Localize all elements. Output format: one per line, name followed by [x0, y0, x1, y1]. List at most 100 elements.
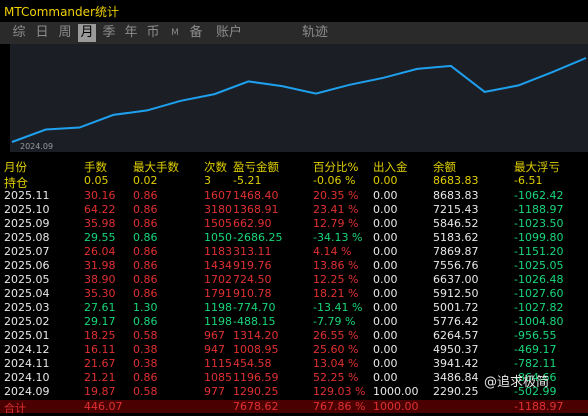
- cell: 2025.05: [4, 273, 50, 286]
- cell: 1468.40: [233, 189, 279, 202]
- cell: 6264.57: [433, 329, 479, 342]
- table-row: 2025.04 35.30 0.86 1791 910.78 18.21 % 0.00 591…: [0, 287, 588, 300]
- tab-m[interactable]: M: [168, 24, 182, 42]
- header-pnl: 盈亏金额: [233, 160, 279, 174]
- cell: 0.00: [373, 203, 398, 216]
- cell: 0.58: [133, 329, 158, 342]
- cell: 3486.84: [433, 371, 479, 384]
- cell: 0.00: [373, 231, 398, 244]
- cell: 2025.07: [4, 245, 50, 258]
- cell: -1023.50: [514, 217, 564, 230]
- tab-quarter[interactable]: 季: [100, 24, 118, 42]
- cell: 35.30: [84, 287, 116, 300]
- cell: 19.87: [84, 385, 116, 398]
- cell: 8683.83: [433, 174, 479, 187]
- cell: 0.00: [373, 273, 398, 286]
- cell: -488.15: [233, 315, 276, 328]
- cell: 977: [204, 385, 225, 398]
- cell: 1198: [204, 315, 232, 328]
- table-header: 月份 手数 最大手数 次数 盈亏金额 百分比% 出入金 余额 最大浮亏: [0, 159, 588, 174]
- cell: 21.21: [84, 371, 116, 384]
- table-row: 2025.08 29.55 0.86 1050 -2686.25 -34.13 % 0.00…: [0, 231, 588, 244]
- cell: 2024.11: [4, 357, 50, 370]
- tab-week[interactable]: 周: [56, 24, 74, 42]
- cell: 0.86: [133, 287, 158, 300]
- header-percent: 百分比%: [313, 160, 359, 174]
- cell: 0.00: [373, 343, 398, 356]
- cell: 1050: [204, 231, 232, 244]
- table-row: 2025.03 27.61 1.30 1198 -774.70 -13.41 % 0.00 5…: [0, 301, 588, 314]
- cell: 1290.25: [233, 385, 279, 398]
- watermark: @追求极简: [484, 375, 550, 390]
- tab-track[interactable]: 轨迹: [300, 24, 330, 42]
- cell: -0.06 %: [313, 174, 356, 187]
- cell: -1027.60: [514, 287, 564, 300]
- cell: 1183: [204, 245, 232, 258]
- tab-summary[interactable]: 综: [10, 24, 28, 42]
- cell: 12.25 %: [313, 273, 359, 286]
- header-max-lots: 最大手数: [133, 160, 179, 174]
- cell: 27.61: [84, 301, 116, 314]
- cell: 1702: [204, 273, 232, 286]
- x-axis-label: 2024.09: [20, 142, 54, 151]
- table-row: 2024.11 21.67 0.38 1115 454.58 13.04 % 0.00 394…: [0, 357, 588, 370]
- cell: -1004.80: [514, 315, 564, 328]
- cell: 1505: [204, 217, 232, 230]
- tab-account[interactable]: 账户: [214, 24, 244, 42]
- cell: 29.17: [84, 315, 116, 328]
- cell: 1607: [204, 189, 232, 202]
- cell: 0.00: [373, 287, 398, 300]
- cell: 31.98: [84, 259, 116, 272]
- cell: 23.41 %: [313, 203, 359, 216]
- cell: 0.00: [373, 245, 398, 258]
- cell: 0.00: [373, 329, 398, 342]
- cell: 1198: [204, 301, 232, 314]
- cell: 1.30: [133, 301, 158, 314]
- cell: 6637.00: [433, 273, 479, 286]
- cell: 2024.09: [4, 385, 50, 398]
- cell: 0.38: [133, 343, 158, 356]
- header-month: 月份: [4, 160, 27, 174]
- cell: 0.00: [373, 357, 398, 370]
- cell: 0.86: [133, 189, 158, 202]
- header-count: 次数: [204, 160, 227, 174]
- tab-day[interactable]: 日: [33, 24, 51, 42]
- cell: 0.58: [133, 385, 158, 398]
- tab-year[interactable]: 年: [122, 24, 140, 42]
- cell: 21.67: [84, 357, 116, 370]
- cell: 767.86 %: [313, 400, 366, 413]
- period-tabs: 综 日 周 月 季 年 币 M 备 账户 轨迹: [0, 22, 588, 44]
- equity-series-line: [11, 57, 587, 143]
- table-row: 2025.11 30.16 0.86 1607 1468.40 20.35 % 0.00 86…: [0, 189, 588, 202]
- cell: 2025.04: [4, 287, 50, 300]
- cell: 5776.42: [433, 315, 479, 328]
- cell: 1791: [204, 287, 232, 300]
- tab-currency[interactable]: 币: [144, 24, 162, 42]
- table-row: 2025.09 35.98 0.86 1505 662.90 12.79 % 0.00 584…: [0, 217, 588, 230]
- equity-chart-svg: [11, 57, 587, 143]
- cell: 0.00: [373, 259, 398, 272]
- cell: 446.07: [84, 400, 123, 413]
- cell: 18.21 %: [313, 287, 359, 300]
- tab-month[interactable]: 月: [78, 24, 96, 42]
- cell: -7.79 %: [313, 315, 356, 328]
- cell: -1188.97: [514, 400, 564, 413]
- cell: 2024.10: [4, 371, 50, 384]
- cell: 4.14 %: [313, 245, 352, 258]
- tab-backup[interactable]: 备: [187, 24, 205, 42]
- cell: 0.86: [133, 231, 158, 244]
- table-row: 2025.02 29.17 0.86 1198 -488.15 -7.79 % 0.00 57…: [0, 315, 588, 328]
- table-row: 2025.05 38.90 0.86 1702 724.50 12.25 % 0.00 663…: [0, 273, 588, 286]
- cell: -1026.48: [514, 273, 564, 286]
- cell: 454.58: [233, 357, 272, 370]
- cell: 20.35 %: [313, 189, 359, 202]
- cell: 0.86: [133, 273, 158, 286]
- cell: 5001.72: [433, 301, 479, 314]
- header-lots: 手数: [84, 160, 107, 174]
- cell: 38.90: [84, 273, 116, 286]
- table-row: 2025.01 18.25 0.58 967 1314.20 26.55 % 0.00 626…: [0, 329, 588, 342]
- cell: 313.11: [233, 245, 272, 258]
- cell: 129.03 %: [313, 385, 366, 398]
- holding-row: 持仓 0.05 0.02 3 -5.21 -0.06 % 0.00 8683.8…: [0, 174, 588, 190]
- cell: 2025.06: [4, 259, 50, 272]
